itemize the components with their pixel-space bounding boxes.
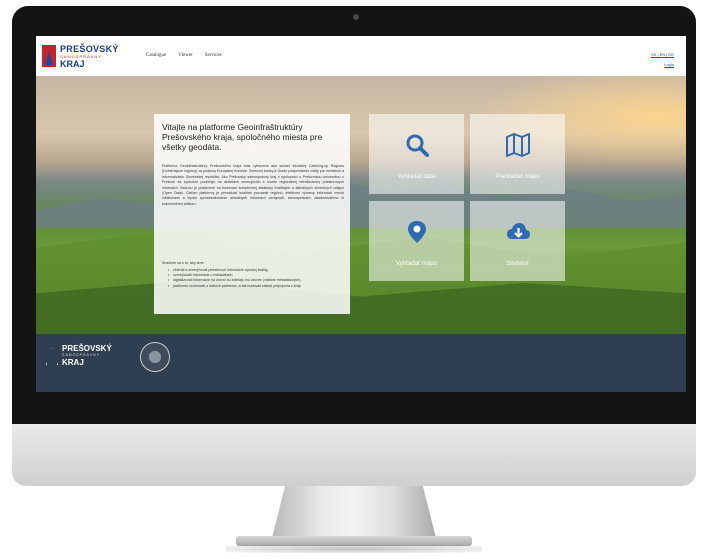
footer: PREŠOVSKÝ SAMOSPRÁVNY KRAJ <box>36 334 686 392</box>
footer-logo-mark-icon <box>46 348 58 365</box>
map-pin-icon <box>408 221 426 243</box>
nav-catalogue[interactable]: Catalogue <box>146 53 166 58</box>
intro-body: Platforma Geoinfraštruktúry Prešovského … <box>162 164 344 206</box>
login-link[interactable]: Login <box>651 60 674 70</box>
main-nav: Catalogue Viewer Services <box>146 53 222 58</box>
webcam <box>353 14 359 20</box>
footer-logo-line3: KRAJ <box>62 358 84 367</box>
tile-download[interactable]: Stiahnuť <box>470 201 565 281</box>
intro-panel: Vitajte na platforme Geoinfraštruktúry P… <box>154 114 350 314</box>
intro-list-title: Snažíme sa o to, aby sme: <box>162 261 205 265</box>
monitor-stand <box>272 486 436 538</box>
stand-shadow <box>226 545 482 553</box>
language-links[interactable]: SK | EN | DE <box>651 50 674 60</box>
tile-label: Vyhľadať dáta <box>397 174 436 180</box>
footer-logo[interactable]: PREŠOVSKÝ SAMOSPRÁVNY KRAJ <box>46 344 136 370</box>
logo-mark-icon <box>42 45 56 67</box>
logo-text-line3: KRAJ <box>60 59 85 69</box>
university-seal-icon[interactable] <box>140 342 170 372</box>
screen: PREŠOVSKÝ SAMOSPRÁVNY KRAJ Catalogue Vie… <box>36 36 686 392</box>
header: PREŠOVSKÝ SAMOSPRÁVNY KRAJ Catalogue Vie… <box>36 36 686 77</box>
nav-viewer[interactable]: Viewer <box>178 53 192 58</box>
language-switcher: SK | EN | DE Login <box>651 50 674 70</box>
tile-search-map[interactable]: Vyhľadať mapu <box>369 201 464 281</box>
tile-label: Stiahnuť <box>506 261 529 267</box>
tile-label: Prehliadať mapu <box>495 174 540 180</box>
cloud-download-icon <box>507 223 530 239</box>
intro-list: zbierali a zverejňovali priestorové info… <box>168 268 340 289</box>
footer-logo-line2: SAMOSPRÁVNY <box>62 353 101 357</box>
map-icon <box>506 133 530 157</box>
list-item: platformu rozširovali o ďalších partnero… <box>168 284 340 289</box>
logo-text-line1: PREŠOVSKÝ <box>60 44 119 54</box>
tile-search-data[interactable]: Vyhľadať dáta <box>369 114 464 194</box>
tile-browse-map[interactable]: Prehliadať mapu <box>470 114 565 194</box>
hero-banner <box>36 76 686 334</box>
nav-services[interactable]: Services <box>205 53 222 58</box>
intro-title: Vitajte na platforme Geoinfraštruktúry P… <box>162 122 323 152</box>
tile-label: Vyhľadať mapu <box>396 261 437 267</box>
site-logo[interactable]: PREŠOVSKÝ SAMOSPRÁVNY KRAJ <box>42 44 132 70</box>
hero-mountains <box>36 180 686 228</box>
search-icon <box>406 134 429 157</box>
footer-logo-line1: PREŠOVSKÝ <box>62 344 112 353</box>
monitor-chin <box>12 424 696 486</box>
